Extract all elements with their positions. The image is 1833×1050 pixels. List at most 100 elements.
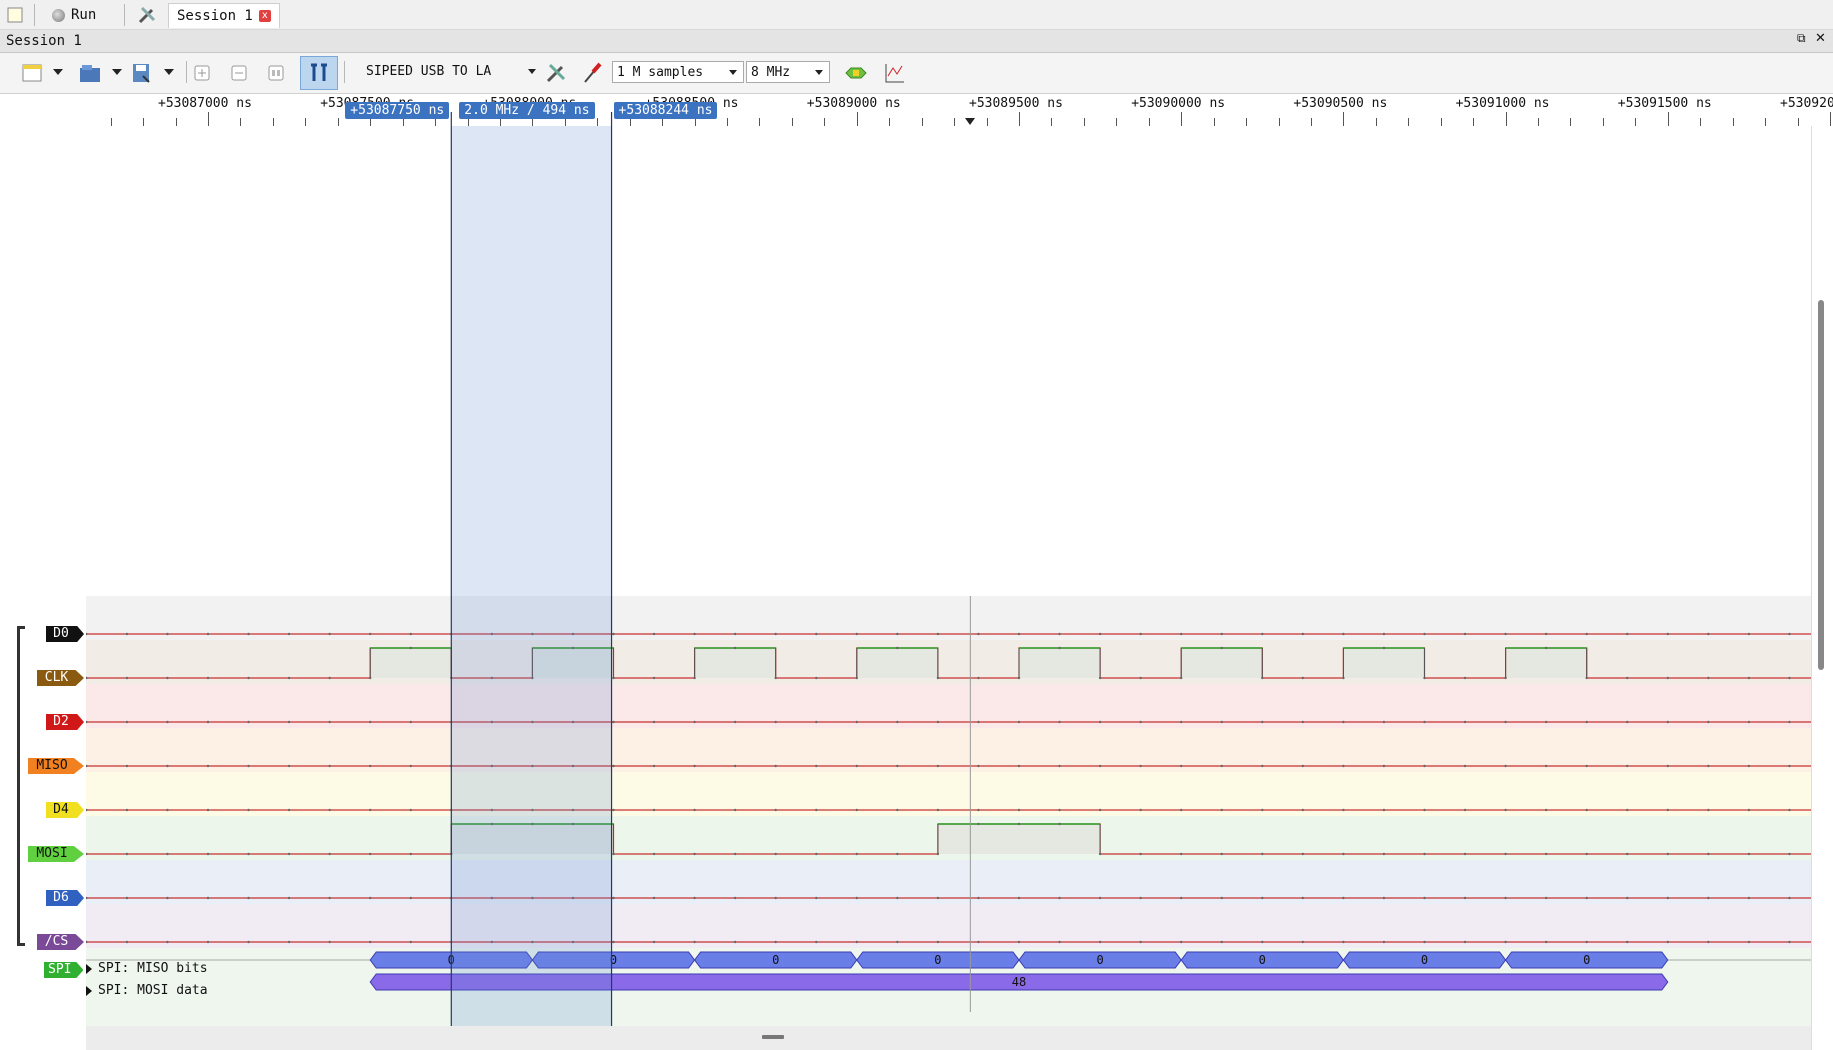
channel-label-d0[interactable]: D0 bbox=[46, 626, 84, 642]
sample-dot bbox=[652, 940, 656, 944]
sample-dot bbox=[287, 676, 291, 680]
samplerate-select[interactable]: 8 MHz bbox=[746, 61, 830, 83]
channel-label-d2[interactable]: D2 bbox=[46, 714, 84, 730]
sample-dot bbox=[1788, 940, 1791, 944]
sample-dot bbox=[490, 720, 494, 724]
sample-dot bbox=[1626, 632, 1629, 636]
sample-dot bbox=[531, 720, 534, 724]
sample-dot bbox=[450, 852, 453, 856]
sample-dot bbox=[1504, 720, 1507, 724]
restore-icon[interactable]: ⧉ bbox=[1797, 31, 1806, 46]
new-view-icon[interactable] bbox=[20, 61, 44, 85]
save-dropdown-icon[interactable] bbox=[164, 69, 174, 75]
channel-label-d6[interactable]: D6 bbox=[46, 890, 84, 906]
sample-dot bbox=[936, 852, 940, 856]
bottom-resize-strip[interactable] bbox=[86, 1026, 1811, 1050]
channel-label-clk[interactable]: CLK bbox=[37, 670, 84, 686]
sample-dot bbox=[936, 764, 940, 768]
sample-dot bbox=[1788, 808, 1791, 812]
probe-icon[interactable] bbox=[580, 61, 604, 85]
time-ruler[interactable]: +53087000 ns+53087500 ns+53088000 ns+530… bbox=[86, 94, 1833, 126]
cursor-toggle-button[interactable] bbox=[300, 56, 338, 90]
ruler-label: +53089500 ns bbox=[969, 96, 1063, 111]
sample-dot bbox=[896, 940, 899, 944]
open-icon[interactable] bbox=[78, 61, 102, 85]
ruler-minor-tick bbox=[1602, 118, 1604, 126]
cursor1-label[interactable]: +53087750 ns bbox=[345, 102, 450, 119]
new-view-dropdown-icon[interactable] bbox=[53, 69, 63, 75]
sample-dot bbox=[896, 632, 899, 636]
channel-label-d4[interactable]: D4 bbox=[46, 802, 84, 818]
zoom-fit-icon[interactable] bbox=[264, 61, 288, 85]
sample-dot bbox=[1301, 808, 1305, 812]
sample-dot bbox=[166, 632, 169, 636]
sample-dot bbox=[1139, 676, 1142, 680]
sample-dot bbox=[693, 852, 696, 856]
ruler-minor-tick bbox=[1765, 118, 1767, 126]
sample-dot bbox=[450, 896, 453, 900]
sample-dot bbox=[1747, 808, 1751, 812]
decoder-badge-spi[interactable]: SPI bbox=[44, 962, 84, 978]
sample-dot bbox=[855, 764, 858, 768]
settings-tools-icon[interactable] bbox=[136, 3, 158, 27]
decoder-row-miso-label[interactable]: SPI: MISO bits bbox=[86, 961, 208, 976]
sample-dot bbox=[571, 646, 575, 650]
math-icon[interactable] bbox=[882, 61, 906, 85]
decoder-icon[interactable] bbox=[844, 61, 868, 85]
sample-dot bbox=[1544, 940, 1548, 944]
trace-area[interactable]: 0 0 0 0 0 0 0 0 48 bbox=[85, 596, 1811, 1026]
sample-dot bbox=[125, 896, 129, 900]
ruler-major-tick bbox=[1667, 112, 1669, 126]
sample-dot bbox=[1098, 940, 1102, 944]
sample-dot bbox=[247, 940, 250, 944]
sample-dot bbox=[206, 808, 210, 812]
sample-dot bbox=[125, 852, 129, 856]
samples-select[interactable]: 1 M samples bbox=[612, 61, 744, 83]
sample-dot bbox=[1342, 852, 1345, 856]
channel-label-cs-cs[interactable]: /CS bbox=[37, 934, 84, 950]
channel-label-mosi[interactable]: MOSI bbox=[28, 846, 84, 862]
sample-dot bbox=[774, 676, 777, 680]
sample-dot bbox=[1382, 852, 1386, 856]
decoder-row-mosi-label[interactable]: SPI: MOSI data bbox=[86, 983, 208, 998]
sample-dot bbox=[1180, 720, 1183, 724]
resize-handle-icon[interactable] bbox=[762, 1035, 784, 1039]
ruler-minor-tick bbox=[662, 118, 664, 126]
sample-dot bbox=[1707, 764, 1710, 768]
open-dropdown-icon[interactable] bbox=[112, 69, 122, 75]
ruler-minor-tick bbox=[759, 118, 761, 126]
zoom-out-icon[interactable] bbox=[227, 61, 251, 85]
trigger-marker-icon[interactable] bbox=[965, 118, 976, 125]
ruler-minor-tick bbox=[1635, 118, 1637, 126]
sample-dot bbox=[206, 896, 210, 900]
toolbar: SIPEED USB TO LA 1 M samples 8 MHz bbox=[0, 53, 1833, 94]
sample-dot bbox=[693, 720, 696, 724]
miso-bit-value: 0 bbox=[1421, 953, 1428, 967]
new-session-icon[interactable] bbox=[6, 3, 24, 27]
sample-dot bbox=[531, 896, 534, 900]
sample-dot bbox=[125, 940, 129, 944]
cursor2-label[interactable]: +53088244 ns bbox=[613, 102, 718, 119]
sample-dot bbox=[1017, 632, 1021, 636]
sample-dot bbox=[328, 940, 331, 944]
expand-arrow-icon[interactable] bbox=[86, 985, 92, 996]
configure-icon[interactable] bbox=[544, 61, 568, 85]
cursor-delta-label[interactable]: 2.0 MHz / 494 ns bbox=[459, 102, 595, 119]
sample-dot bbox=[1017, 764, 1021, 768]
zoom-in-icon[interactable] bbox=[190, 61, 214, 85]
scrollbar-thumb[interactable] bbox=[1818, 300, 1824, 670]
plot-empty-area[interactable] bbox=[86, 126, 1811, 596]
sample-dot bbox=[369, 676, 372, 680]
device-select[interactable]: SIPEED USB TO LA bbox=[362, 61, 542, 83]
close-session-icon[interactable]: ✕ bbox=[1815, 31, 1826, 46]
tab-session-1[interactable]: Session 1 x bbox=[168, 3, 280, 28]
sample-dot bbox=[1098, 896, 1102, 900]
tab-close-icon[interactable]: x bbox=[258, 10, 271, 22]
sample-dot bbox=[1301, 852, 1305, 856]
sample-dot bbox=[815, 940, 818, 944]
run-button[interactable]: Run bbox=[52, 3, 96, 27]
save-icon[interactable] bbox=[130, 61, 154, 85]
sample-dot bbox=[1707, 896, 1710, 900]
expand-arrow-icon[interactable] bbox=[86, 963, 92, 974]
channel-label-miso[interactable]: MISO bbox=[28, 758, 84, 774]
